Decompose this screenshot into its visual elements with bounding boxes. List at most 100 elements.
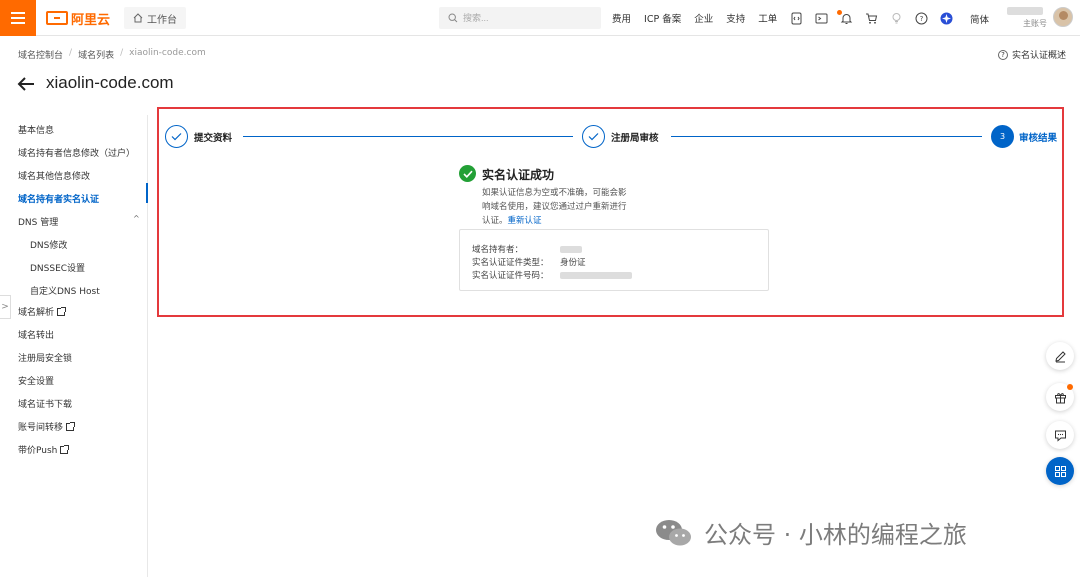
breadcrumb-separator: / bbox=[120, 48, 124, 58]
sidebar-item-certificate[interactable]: 域名证书下载 bbox=[18, 397, 72, 410]
cert-number-label: 实名认证证件号码： bbox=[472, 271, 549, 281]
sidebar-item-label: 域名转出 bbox=[18, 331, 55, 341]
account-info[interactable]: 主账号 bbox=[1007, 7, 1047, 31]
search-input[interactable] bbox=[463, 13, 583, 23]
sidebar: 基本信息 域名持有者信息修改（过户） 域名其他信息修改 域名持有者实名认证 DN… bbox=[0, 115, 148, 577]
reverify-link[interactable]: 重新认证 bbox=[508, 216, 542, 226]
svg-text:?: ? bbox=[920, 15, 924, 23]
grid-icon bbox=[1054, 465, 1066, 477]
sidebar-item-dns-management[interactable]: DNS 管理 bbox=[18, 215, 58, 228]
code-icon[interactable] bbox=[790, 12, 803, 25]
account-type: 主账号 bbox=[1023, 19, 1047, 28]
wechat-watermark: 公众号 · 小林的编程之旅 bbox=[654, 515, 967, 550]
external-link-icon bbox=[66, 421, 76, 431]
sidebar-item-label: 注册局安全锁 bbox=[18, 354, 73, 364]
sidebar-item-other-info[interactable]: 域名其他信息修改 bbox=[18, 169, 90, 182]
success-check-icon bbox=[459, 165, 476, 182]
lightbulb-icon[interactable] bbox=[890, 12, 903, 25]
sidebar-item-dnssec[interactable]: DNSSEC设置 bbox=[30, 261, 85, 274]
sidebar-item-custom-dns-host[interactable]: 自定义DNS Host bbox=[30, 284, 100, 297]
back-arrow-icon[interactable] bbox=[16, 75, 36, 93]
avatar[interactable] bbox=[1053, 7, 1073, 27]
top-link-fee[interactable]: 费用 bbox=[612, 11, 631, 25]
sidebar-item-label: 域名持有者实名认证 bbox=[18, 195, 100, 205]
apps-float-button[interactable] bbox=[1046, 457, 1074, 485]
result-description: 如果认证信息为空或不准确，可能会影响域名使用，建议您通过过户重新进行认证。重新认… bbox=[482, 186, 630, 228]
breadcrumb-domain-list[interactable]: 域名列表 bbox=[78, 48, 114, 61]
sidebar-item-label: 安全设置 bbox=[18, 377, 55, 387]
sidebar-item-holder-modify[interactable]: 域名持有者信息修改（过户） bbox=[18, 146, 135, 159]
sidebar-item-label: 域名持有者信息修改（过户） bbox=[18, 149, 136, 159]
bell-icon[interactable] bbox=[837, 9, 853, 25]
breadcrumb: 域名控制台 / 域名列表 / xiaolin-code.com bbox=[18, 48, 206, 61]
sidebar-item-real-name-auth[interactable]: 域名持有者实名认证 bbox=[18, 192, 99, 205]
sidebar-item-label: 基本信息 bbox=[18, 126, 55, 136]
step-1-label: 提交资料 bbox=[194, 133, 233, 144]
workbench-label: 工作台 bbox=[147, 14, 177, 26]
search-icon bbox=[448, 13, 458, 23]
sidebar-item-transfer-out[interactable]: 域名转出 bbox=[18, 328, 54, 341]
sidebar-item-label: DNS 管理 bbox=[18, 218, 59, 228]
sidebar-item-registry-lock[interactable]: 注册局安全锁 bbox=[18, 351, 72, 364]
aliyun-logo[interactable]: 阿里云 bbox=[46, 9, 110, 28]
sidebar-item-label: 带价Push bbox=[18, 446, 58, 456]
chat-icon bbox=[1054, 430, 1066, 442]
overview-label: 实名认证概述 bbox=[1012, 51, 1067, 61]
step-2-check-icon bbox=[582, 125, 605, 148]
holder-row: 域名持有者： bbox=[472, 243, 582, 255]
cert-type-value: 身份证 bbox=[560, 258, 586, 268]
edit-float-button[interactable] bbox=[1046, 342, 1074, 370]
sidebar-item-basic-info[interactable]: 基本信息 bbox=[18, 123, 54, 136]
workbench-button[interactable]: 工作台 bbox=[124, 7, 186, 29]
breadcrumb-separator: / bbox=[69, 48, 73, 58]
step-3-number-text: 3 bbox=[999, 132, 1006, 141]
sidebar-item-label: 账号间转移 bbox=[18, 423, 64, 433]
top-link-icp[interactable]: ICP 备案 bbox=[644, 11, 681, 25]
cert-number-row: 实名认证证件号码： bbox=[472, 269, 632, 281]
step-3-number: 3 bbox=[991, 125, 1014, 148]
top-link-support[interactable]: 支持 bbox=[726, 11, 745, 25]
aliyun-logo-icon bbox=[46, 11, 68, 25]
sidebar-item-security[interactable]: 安全设置 bbox=[18, 374, 54, 387]
chevron-up-icon[interactable]: ^ bbox=[133, 214, 140, 223]
language-switch[interactable]: 简体 bbox=[970, 12, 989, 26]
wechat-icon bbox=[656, 519, 691, 545]
account-name-blurred bbox=[1007, 7, 1043, 15]
gift-float-button[interactable] bbox=[1046, 383, 1074, 411]
holder-label: 域名持有者： bbox=[472, 245, 524, 255]
breadcrumb-domain-console[interactable]: 域名控制台 bbox=[18, 48, 63, 61]
holder-value-blurred bbox=[560, 246, 582, 253]
top-navigation-bar: 阿里云 工作台 费用 ICP 备案 企业 支持 工单 ? 简体 主账号 bbox=[0, 0, 1080, 36]
breadcrumb-current: xiaolin-code.com bbox=[129, 48, 206, 58]
home-icon bbox=[133, 13, 143, 23]
cert-type-label: 实名认证证件类型： bbox=[472, 258, 549, 268]
sidebar-item-push[interactable]: 带价Push bbox=[18, 443, 70, 456]
sidebar-item-account-transfer[interactable]: 账号间转移 bbox=[18, 420, 76, 433]
help-icon[interactable]: ? bbox=[915, 12, 928, 25]
feedback-float-button[interactable] bbox=[1046, 421, 1074, 449]
sidebar-item-dns-resolve[interactable]: 域名解析 bbox=[18, 305, 67, 318]
top-links: 费用 ICP 备案 企业 支持 工单 ? bbox=[612, 0, 965, 36]
menu-icon[interactable] bbox=[0, 0, 36, 36]
pencil-icon bbox=[1054, 350, 1066, 362]
terminal-icon[interactable] bbox=[815, 12, 828, 25]
sidebar-item-label: 域名其他信息修改 bbox=[18, 172, 91, 182]
sidebar-collapse-handle[interactable]: > bbox=[0, 295, 11, 319]
cert-number-blurred bbox=[560, 272, 632, 279]
cart-icon[interactable] bbox=[865, 12, 878, 25]
sidebar-item-label: DNSSEC设置 bbox=[30, 264, 86, 274]
top-link-enterprise[interactable]: 企业 bbox=[694, 11, 713, 25]
gift-icon bbox=[1054, 392, 1066, 403]
step-2-label: 注册局审核 bbox=[611, 133, 659, 144]
assistant-icon[interactable] bbox=[940, 12, 953, 25]
step-connector bbox=[671, 136, 982, 137]
sidebar-item-label: 域名证书下载 bbox=[18, 400, 73, 410]
result-title: 实名认证成功 bbox=[482, 168, 555, 182]
watermark-text: 公众号 · 小林的编程之旅 bbox=[704, 521, 967, 549]
top-link-ticket[interactable]: 工单 bbox=[758, 11, 777, 25]
step-3-label: 审核结果 bbox=[1019, 133, 1058, 144]
search-box[interactable] bbox=[439, 7, 601, 29]
step-1-check-icon bbox=[165, 125, 188, 148]
sidebar-item-dns-modify[interactable]: DNS修改 bbox=[30, 238, 67, 251]
overview-link[interactable]: ? 实名认证概述 bbox=[998, 48, 1066, 61]
